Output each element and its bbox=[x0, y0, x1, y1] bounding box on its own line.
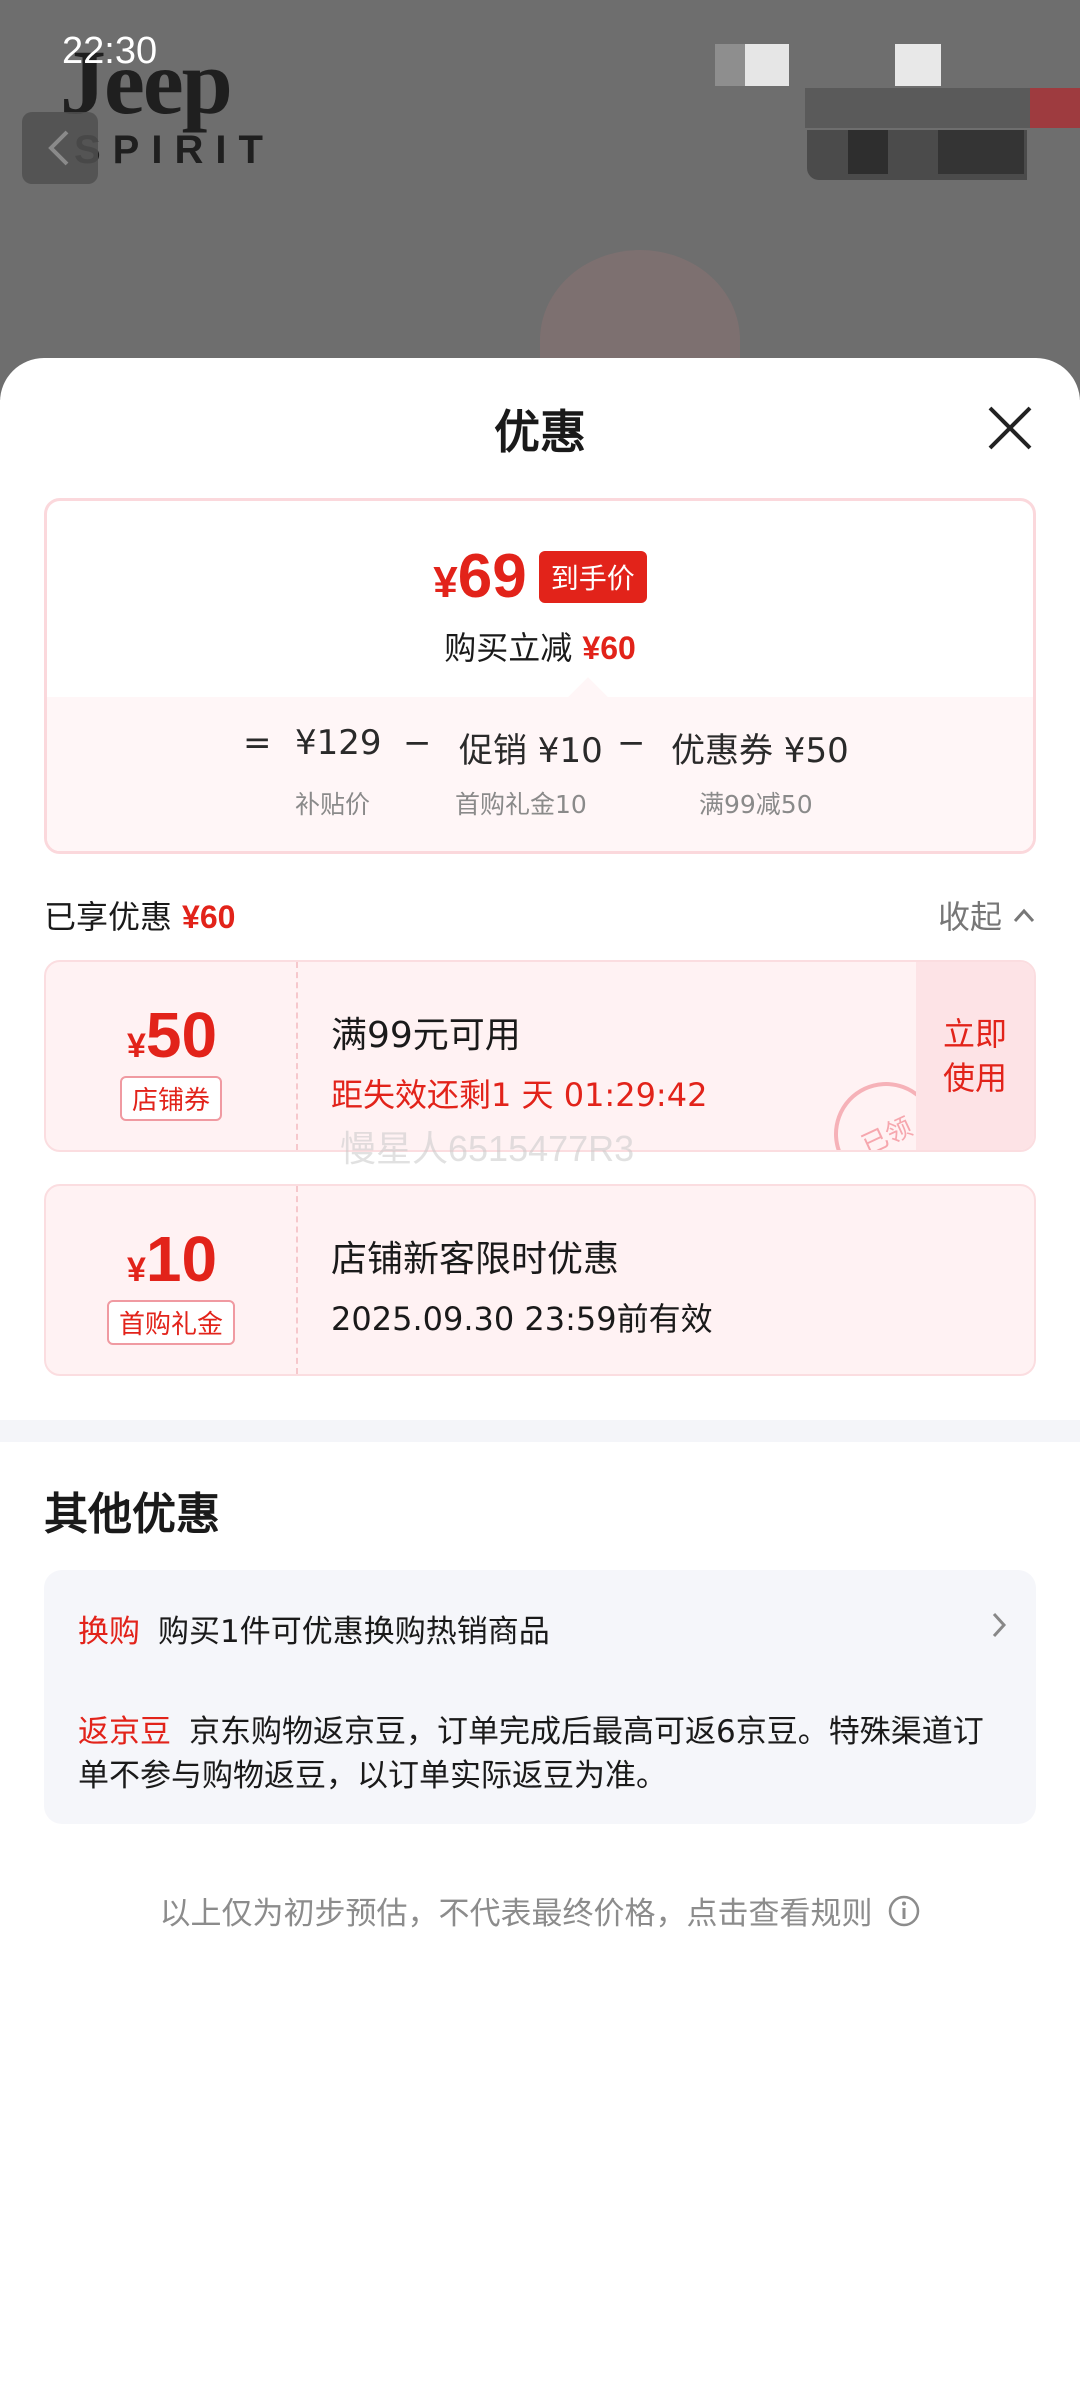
other-offers-title: 其他优惠 bbox=[44, 1489, 220, 1540]
breakdown-item-base: ¥129 bbox=[295, 723, 382, 763]
enjoyed-amount: ¥60 bbox=[182, 899, 236, 935]
enjoyed-discounts-row: 已享优惠 ¥60 收起 bbox=[44, 886, 1036, 936]
offer-row-jingdou: 返京豆 京东购物返京豆，订单完成后最高可返6京豆。特殊渠道订单不参与购物返豆，以订… bbox=[78, 1710, 998, 1798]
reduce-row: 购买立减 ¥60 bbox=[47, 623, 1033, 669]
offer-text: 购买1件可优惠换购热销商品 bbox=[158, 1614, 550, 1650]
coupon-condition: 店铺新客限时优惠 bbox=[331, 1239, 620, 1280]
estimate-disclaimer[interactable]: 以上仅为初步预估，不代表最终价格，点击查看规则 bbox=[0, 1888, 1080, 1933]
minus-sign: − bbox=[617, 723, 646, 763]
offer-tag: 返京豆 bbox=[78, 1714, 171, 1750]
price-summary-card: ¥69 到手价 购买立减 ¥60 = ¥129 − 促销 ¥10 − 优惠券 ¥… bbox=[44, 498, 1036, 854]
coupon-countdown: 距失效还剩1 天 01:29:42 bbox=[331, 1076, 708, 1114]
breakdown-sub-base: 补贴价 bbox=[295, 790, 371, 819]
enjoyed-label: 已享优惠 bbox=[44, 898, 173, 936]
chevron-right-icon bbox=[992, 1612, 1007, 1638]
watermark: 慢星人6515477R3 bbox=[340, 1128, 635, 1169]
breakdown-sub-coupon: 满99减50 bbox=[699, 790, 813, 819]
chevron-left-icon bbox=[48, 130, 69, 166]
coupon-expiry-date: 2025.09.30 23:59前有效 bbox=[331, 1300, 713, 1338]
collapse-button[interactable]: 收起 bbox=[938, 892, 1036, 938]
coupon-card-first-purchase[interactable]: ¥10 首购礼金 店铺新客限时优惠 2025.09.30 23:59前有效 bbox=[44, 1184, 1036, 1376]
final-price-tag: 到手价 bbox=[538, 550, 647, 603]
section-divider bbox=[0, 1420, 1080, 1442]
disclaimer-text: 以上仅为初步预估，不代表最终价格，点击查看规则 bbox=[159, 1896, 873, 1932]
minus-sign: − bbox=[403, 723, 432, 763]
breakdown-item-coupon: 优惠券 ¥50 bbox=[671, 731, 849, 771]
close-button[interactable] bbox=[984, 402, 1036, 454]
coupon-value: ¥50 bbox=[126, 999, 218, 1071]
status-bar-time: 22:30 bbox=[62, 30, 158, 72]
collapse-label: 收起 bbox=[937, 898, 1002, 936]
price-breakdown: = ¥129 − 促销 ¥10 − 优惠券 ¥50 补贴价 首购礼金10 满99… bbox=[47, 697, 1033, 851]
equals-sign: = bbox=[243, 723, 272, 763]
offer-text: 京东购物返京豆，订单完成后最高可返6京豆。特殊渠道订单不参与购物返豆，以订单实际… bbox=[78, 1714, 984, 1794]
close-icon bbox=[988, 406, 1032, 450]
blurred-header-region bbox=[715, 44, 1080, 184]
coupon-condition: 满99元可用 bbox=[331, 1015, 521, 1056]
chevron-up-icon bbox=[1013, 908, 1035, 923]
discount-sheet: 优惠 ¥69 到手价 购买立减 ¥60 = ¥129 − 促销 ¥10 − 优惠… bbox=[0, 358, 1080, 2400]
reduce-label: 购买立减 bbox=[444, 629, 573, 667]
coupon-type-badge: 首购礼金 bbox=[106, 1300, 236, 1345]
final-price: ¥69 bbox=[433, 542, 527, 611]
info-icon bbox=[888, 1895, 919, 1926]
coupon-value: ¥10 bbox=[126, 1223, 218, 1295]
offer-row-exchange[interactable]: 换购 购买1件可优惠换购热销商品 bbox=[78, 1606, 1008, 1651]
breakdown-item-promo: 促销 ¥10 bbox=[459, 731, 603, 771]
reduce-amount: ¥60 bbox=[582, 630, 636, 666]
other-offers-box: 换购 购买1件可优惠换购热销商品 返京豆 京东购物返京豆，订单完成后最高可返6京豆。… bbox=[44, 1570, 1036, 1824]
sheet-title: 优惠 bbox=[494, 405, 586, 459]
offer-tag: 换购 bbox=[78, 1614, 140, 1650]
use-now-button[interactable]: 立即使用 bbox=[916, 962, 1034, 1150]
breakdown-sub-promo: 首购礼金10 bbox=[455, 790, 587, 819]
product-page-background: Jeep SPIRIT 22:30 bbox=[0, 0, 1080, 400]
coupon-type-badge: 店铺券 bbox=[119, 1076, 223, 1121]
back-button[interactable] bbox=[22, 112, 98, 184]
